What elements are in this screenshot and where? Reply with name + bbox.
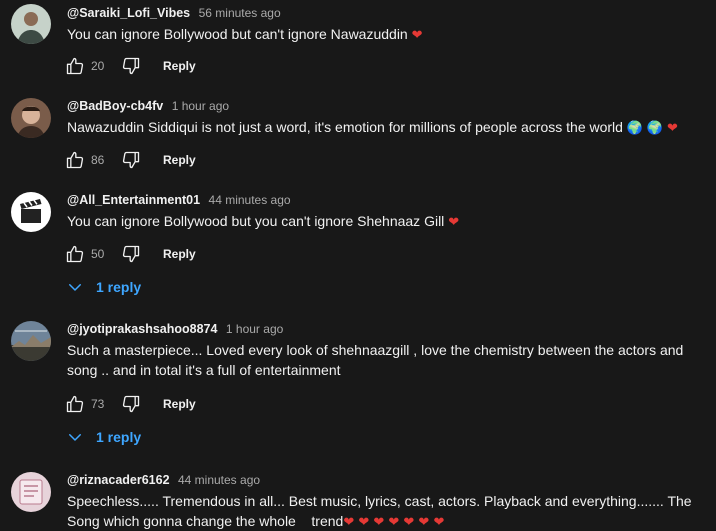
thumbs-up-icon <box>65 150 85 170</box>
thumbs-down-icon <box>121 394 141 414</box>
like-button[interactable] <box>63 242 87 266</box>
heart-emoji: ❤ <box>448 215 460 230</box>
comment-text: Speechless..... Tremendous in all... Bes… <box>67 493 692 530</box>
comment-timestamp[interactable]: 1 hour ago <box>172 99 229 113</box>
thumbs-down-icon <box>121 244 141 264</box>
avatar-icon <box>11 4 51 44</box>
replies-label: 1 reply <box>96 279 142 295</box>
avatar[interactable] <box>11 98 51 138</box>
film-clapper-icon <box>11 192 51 232</box>
dislike-button[interactable] <box>119 54 143 78</box>
like-count: 20 <box>91 59 105 73</box>
replies-label: 1 reply <box>96 429 142 445</box>
dislike-button[interactable] <box>119 392 143 416</box>
avatar-icon <box>11 472 51 512</box>
avatar[interactable] <box>11 4 51 44</box>
like-button[interactable] <box>63 148 87 172</box>
comment-text: Such a masterpiece... Loved every look o… <box>67 342 684 378</box>
avatar-icon <box>11 98 51 138</box>
heart-emoji-row: ❤ ❤ ❤ ❤ ❤ ❤ ❤ <box>343 515 445 530</box>
view-replies-button[interactable]: 1 reply <box>66 425 141 449</box>
comment-author[interactable]: @All_Entertainment01 <box>67 193 200 207</box>
globe-emoji: 🌍 <box>646 121 664 136</box>
like-button[interactable] <box>63 392 87 416</box>
globe-emoji: 🌍 <box>626 121 644 136</box>
comment-timestamp[interactable]: 44 minutes ago <box>178 473 260 487</box>
avatar[interactable] <box>11 192 51 232</box>
like-count: 86 <box>91 153 105 167</box>
avatar[interactable] <box>11 472 51 512</box>
chevron-down-icon <box>66 278 84 296</box>
comment-author[interactable]: @Saraiki_Lofi_Vibes <box>67 6 190 20</box>
like-count: 50 <box>91 247 105 261</box>
reply-button[interactable]: Reply <box>163 397 196 411</box>
view-replies-button[interactable]: 1 reply <box>66 275 141 299</box>
like-count: 73 <box>91 397 105 411</box>
chevron-down-icon <box>66 428 84 446</box>
comment-author[interactable]: @riznacader6162 <box>67 473 170 487</box>
thumbs-up-icon <box>65 244 85 264</box>
comment-text: You can ignore Bollywood but you can't i… <box>67 213 460 230</box>
dislike-button[interactable] <box>119 242 143 266</box>
comment-author[interactable]: @jyotiprakashsahoo8874 <box>67 322 217 336</box>
comment-timestamp[interactable]: 44 minutes ago <box>209 193 291 207</box>
comment-text: You can ignore Bollywood but can't ignor… <box>67 26 423 43</box>
thumbs-down-icon <box>121 150 141 170</box>
heart-emoji: ❤ <box>667 121 678 136</box>
like-button[interactable] <box>63 54 87 78</box>
thumbs-up-icon <box>65 394 85 414</box>
dislike-button[interactable] <box>119 148 143 172</box>
avatar-icon <box>11 321 51 361</box>
reply-button[interactable]: Reply <box>163 153 196 167</box>
comment-timestamp[interactable]: 56 minutes ago <box>199 6 281 20</box>
comment-author[interactable]: @BadBoy-cb4fv <box>67 99 163 113</box>
heart-emoji: ❤ <box>411 28 423 43</box>
reply-button[interactable]: Reply <box>163 247 196 261</box>
thumbs-up-icon <box>65 56 85 76</box>
reply-button[interactable]: Reply <box>163 59 196 73</box>
comment-timestamp[interactable]: 1 hour ago <box>226 322 283 336</box>
comment-text: Nawazuddin Siddiqui is not just a word, … <box>67 119 678 136</box>
avatar[interactable] <box>11 321 51 361</box>
thumbs-down-icon <box>121 56 141 76</box>
